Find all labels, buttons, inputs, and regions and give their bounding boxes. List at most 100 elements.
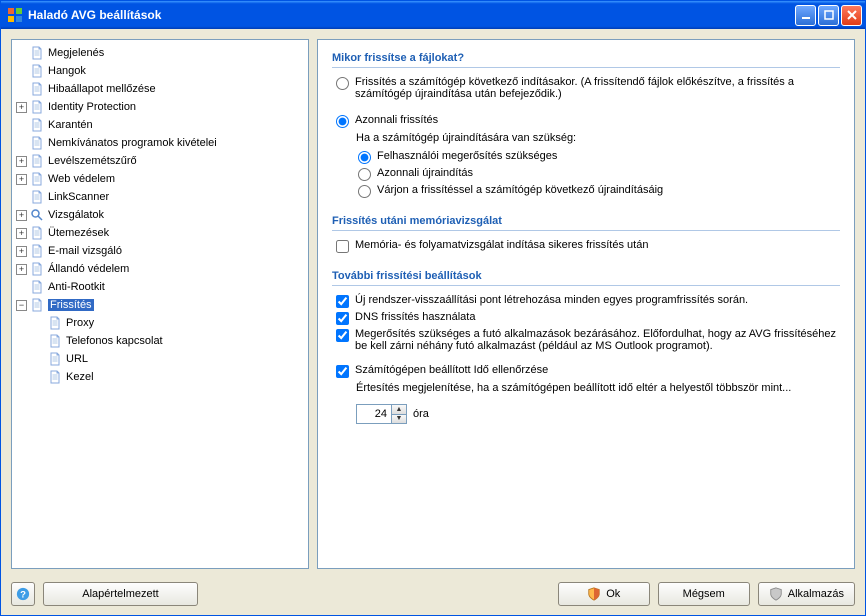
hours-input[interactable] — [357, 405, 391, 423]
expander-icon[interactable]: + — [16, 246, 27, 257]
checkbox-dns-update[interactable] — [336, 312, 349, 325]
tree-item-label: URL — [66, 353, 88, 365]
shield-icon — [587, 587, 601, 601]
svg-text:?: ? — [20, 590, 26, 601]
expander-spacer — [34, 336, 45, 347]
option-wait-restart[interactable]: Várjon a frissítéssel a számítógép követ… — [358, 184, 840, 198]
tree-item-label: LinkScanner — [48, 191, 109, 203]
option-check-time[interactable]: Számítógépen beállított Idő ellenőrzése — [336, 364, 840, 378]
expander-spacer — [16, 192, 27, 203]
hours-spin-up[interactable]: ▲ — [392, 405, 406, 414]
option-immediate[interactable]: Azonnali frissítés — [336, 114, 840, 128]
radio-restart-now-label: Azonnali újraindítás — [377, 167, 840, 179]
checkbox-close-apps[interactable] — [336, 329, 349, 342]
expander-icon[interactable]: + — [16, 264, 27, 275]
tree-item[interactable]: Nemkívánatos programok kivételei — [12, 134, 308, 152]
expander-icon[interactable]: + — [16, 156, 27, 167]
shield-icon — [769, 587, 783, 601]
option-restart-now[interactable]: Azonnali újraindítás — [358, 167, 840, 181]
tree-item[interactable]: Anti-Rootkit — [12, 278, 308, 296]
expander-icon[interactable]: + — [16, 228, 27, 239]
radio-restart-now[interactable] — [358, 168, 371, 181]
radio-immediate-label: Azonnali frissítés — [355, 114, 840, 126]
option-next-boot[interactable]: Frissítés a számítógép következő indítás… — [336, 76, 840, 100]
expander-icon[interactable]: + — [16, 210, 27, 221]
apply-button[interactable]: Alkalmazás — [758, 582, 855, 606]
expander-spacer — [16, 138, 27, 149]
footer: ? Alapértelmezett Ok Mégsem Alkalmazás — [1, 573, 865, 615]
tree-item[interactable]: Hangok — [12, 62, 308, 80]
option-close-apps[interactable]: Megerősítés szükséges a futó alkalmazáso… — [336, 328, 840, 352]
help-button[interactable]: ? — [11, 582, 35, 606]
close-button[interactable] — [841, 5, 862, 26]
expander-icon[interactable]: − — [16, 300, 27, 311]
tree-item[interactable]: + Levélszemétszűrő — [12, 152, 308, 170]
hours-spin-down[interactable]: ▼ — [392, 414, 406, 424]
option-confirm[interactable]: Felhasználói megerősítés szükséges — [358, 150, 840, 164]
radio-confirm[interactable] — [358, 151, 371, 164]
document-icon — [30, 64, 44, 78]
tree-item[interactable]: + Vizsgálatok — [12, 206, 308, 224]
tree-item-label: Anti-Rootkit — [48, 281, 105, 293]
section-memscan-title: Frissítés utáni memóriavizsgálat — [332, 215, 840, 231]
document-icon — [30, 136, 44, 150]
tree-item-label: Levélszemétszűrő — [48, 155, 137, 167]
window-title: Haladó AVG beállítások — [28, 8, 793, 22]
expander-spacer — [16, 48, 27, 59]
tree-item-label: Állandó védelem — [48, 263, 129, 275]
option-restore-point[interactable]: Új rendszer-visszaállítási pont létrehoz… — [336, 294, 840, 308]
immediate-subtext: Ha a számítógép újraindítására van szüks… — [356, 132, 840, 144]
option-memscan[interactable]: Memória- és folyamatvizsgálat indítása s… — [336, 239, 840, 253]
tree-item-label: Nemkívánatos programok kivételei — [48, 137, 217, 149]
radio-confirm-label: Felhasználói megerősítés szükséges — [377, 150, 840, 162]
checkbox-check-time[interactable] — [336, 365, 349, 378]
expander-icon[interactable]: + — [16, 174, 27, 185]
radio-wait-restart[interactable] — [358, 185, 371, 198]
default-button[interactable]: Alapértelmezett — [43, 582, 198, 606]
nav-tree[interactable]: MegjelenésHangok Hibaállapot mellőzése + Id… — [11, 39, 309, 569]
tree-item[interactable]: +Web védelem — [12, 170, 308, 188]
tree-item[interactable]: Megjelenés — [12, 44, 308, 62]
hours-spinner[interactable]: ▲ ▼ — [356, 404, 407, 424]
tree-item[interactable]: +Ütemezések — [12, 224, 308, 242]
tree-item-label: Vizsgálatok — [48, 209, 104, 221]
search-icon — [30, 208, 44, 222]
tree-item[interactable]: LinkScanner — [12, 188, 308, 206]
tree-item[interactable]: Karantén — [12, 116, 308, 134]
tree-item[interactable]: Telefonos kapcsolat — [12, 332, 308, 350]
option-dns-update[interactable]: DNS frissítés használata — [336, 311, 840, 325]
tree-item-label: Hibaállapot mellőzése — [48, 83, 156, 95]
tree-item-label: Identity Protection — [48, 101, 136, 113]
document-icon — [30, 172, 44, 186]
document-icon — [48, 316, 62, 330]
minimize-button[interactable] — [795, 5, 816, 26]
expander-spacer — [16, 120, 27, 131]
tree-item[interactable]: URL — [12, 350, 308, 368]
tree-item[interactable]: Kezel — [12, 368, 308, 386]
time-subtext: Értesítés megjelenítése, ha a számítógép… — [356, 382, 840, 394]
tree-item[interactable]: + Állandó védelem — [12, 260, 308, 278]
tree-item-label: Frissítés — [48, 299, 94, 311]
radio-next-boot[interactable] — [336, 77, 349, 90]
settings-panel: Mikor frissítse a fájlokat? Frissítés a … — [317, 39, 855, 569]
titlebar[interactable]: Haladó AVG beállítások — [1, 1, 865, 29]
tree-item[interactable]: Hibaállapot mellőzése — [12, 80, 308, 98]
document-icon — [48, 334, 62, 348]
tree-item[interactable]: +E-mail vizsgáló — [12, 242, 308, 260]
tree-item[interactable]: − Frissítés — [12, 296, 308, 314]
tree-item[interactable]: + Identity Protection — [12, 98, 308, 116]
content-area: MegjelenésHangok Hibaállapot mellőzése + Id… — [1, 29, 865, 573]
radio-immediate[interactable] — [336, 115, 349, 128]
tree-item-label: Proxy — [66, 317, 94, 329]
checkbox-memscan[interactable] — [336, 240, 349, 253]
ok-button[interactable]: Ok — [558, 582, 650, 606]
document-icon — [30, 226, 44, 240]
checkbox-restore-point[interactable] — [336, 295, 349, 308]
expander-icon[interactable]: + — [16, 102, 27, 113]
document-icon — [48, 370, 62, 384]
document-icon — [30, 100, 44, 114]
expander-spacer — [16, 282, 27, 293]
tree-item[interactable]: Proxy — [12, 314, 308, 332]
maximize-button[interactable] — [818, 5, 839, 26]
cancel-button[interactable]: Mégsem — [658, 582, 750, 606]
